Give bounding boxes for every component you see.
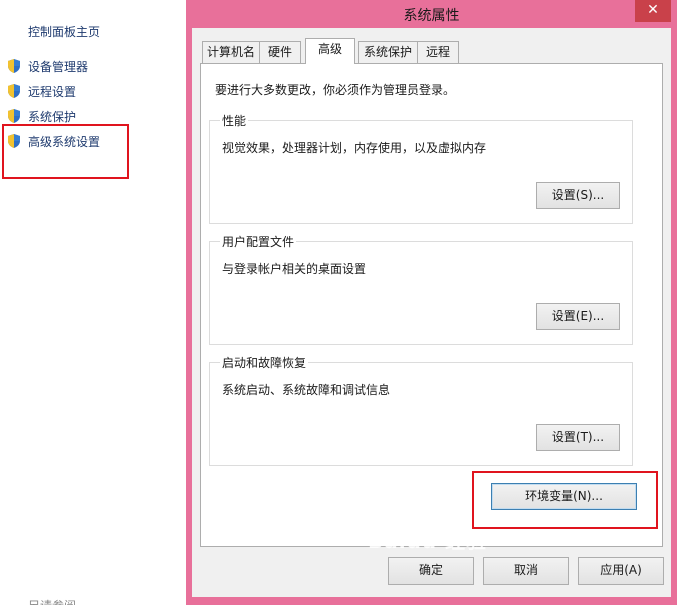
system-properties-dialog: 系统属性 ✕ 计算机名 硬件 高级 系统保护 远程 要进行大多数更改，你必须作为…	[186, 0, 677, 605]
sidebar-item-device-manager[interactable]: 设备管理器	[6, 56, 88, 76]
tab-advanced[interactable]: 高级	[305, 38, 355, 64]
highlight-box-advanced-settings	[2, 124, 129, 179]
tab-hardware[interactable]: 硬件	[259, 41, 301, 63]
user-profiles-settings-button[interactable]: 设置(E)...	[536, 303, 620, 330]
startup-recovery-description: 系统启动、系统故障和调试信息	[222, 383, 391, 397]
performance-settings-button[interactable]: 设置(S)...	[536, 182, 620, 209]
admin-notice: 要进行大多数更改，你必须作为管理员登录。	[215, 83, 456, 97]
uac-shield-icon	[8, 59, 20, 73]
uac-shield-icon	[8, 84, 20, 98]
performance-title: 性能	[220, 112, 249, 129]
startup-recovery-title: 启动和故障恢复	[220, 354, 309, 371]
baidu-watermark: Baidu 经验	[368, 529, 488, 553]
sidebar-item-remote-settings[interactable]: 远程设置	[6, 81, 76, 101]
tab-system-protection[interactable]: 系统保护	[358, 41, 418, 63]
uac-shield-icon	[8, 109, 20, 123]
title-bar[interactable]: 系统属性 ✕	[186, 0, 677, 28]
close-button[interactable]: ✕	[635, 0, 671, 22]
control-panel-sidebar: 控制面板主页 设备管理器 远程设置 系统保护 高级系统设置	[0, 0, 186, 605]
dialog-title: 系统属性	[403, 8, 460, 24]
user-profiles-group: 用户配置文件 与登录帐户相关的桌面设置 设置(E)...	[209, 233, 633, 345]
control-panel-home-link[interactable]: 控制面板主页	[28, 23, 100, 40]
sidebar-item-label: 系统保护	[28, 109, 77, 124]
see-also-heading: 另请参阅	[28, 597, 76, 605]
ok-button[interactable]: 确定	[388, 557, 474, 585]
performance-group: 性能 视觉效果，处理器计划，内存使用，以及虚拟内存 设置(S)...	[209, 112, 633, 224]
cancel-button[interactable]: 取消	[483, 557, 569, 585]
dialog-client-area: 计算机名 硬件 高级 系统保护 远程 要进行大多数更改，你必须作为管理员登录。 …	[192, 28, 671, 597]
highlight-box-environment-variables	[472, 471, 658, 529]
user-profiles-description: 与登录帐户相关的桌面设置	[222, 262, 367, 276]
sidebar-item-label: 远程设置	[28, 84, 77, 99]
user-profiles-title: 用户配置文件	[220, 233, 297, 250]
performance-description: 视觉效果，处理器计划，内存使用，以及虚拟内存	[222, 141, 487, 155]
sidebar-item-label: 设备管理器	[28, 59, 89, 74]
startup-recovery-settings-button[interactable]: 设置(T)...	[536, 424, 620, 451]
sidebar-item-system-protection[interactable]: 系统保护	[6, 106, 76, 126]
tab-remote[interactable]: 远程	[417, 41, 459, 63]
startup-recovery-group: 启动和故障恢复 系统启动、系统故障和调试信息 设置(T)...	[209, 354, 633, 466]
tab-computer-name[interactable]: 计算机名	[202, 41, 260, 63]
apply-button[interactable]: 应用(A)	[578, 557, 664, 585]
